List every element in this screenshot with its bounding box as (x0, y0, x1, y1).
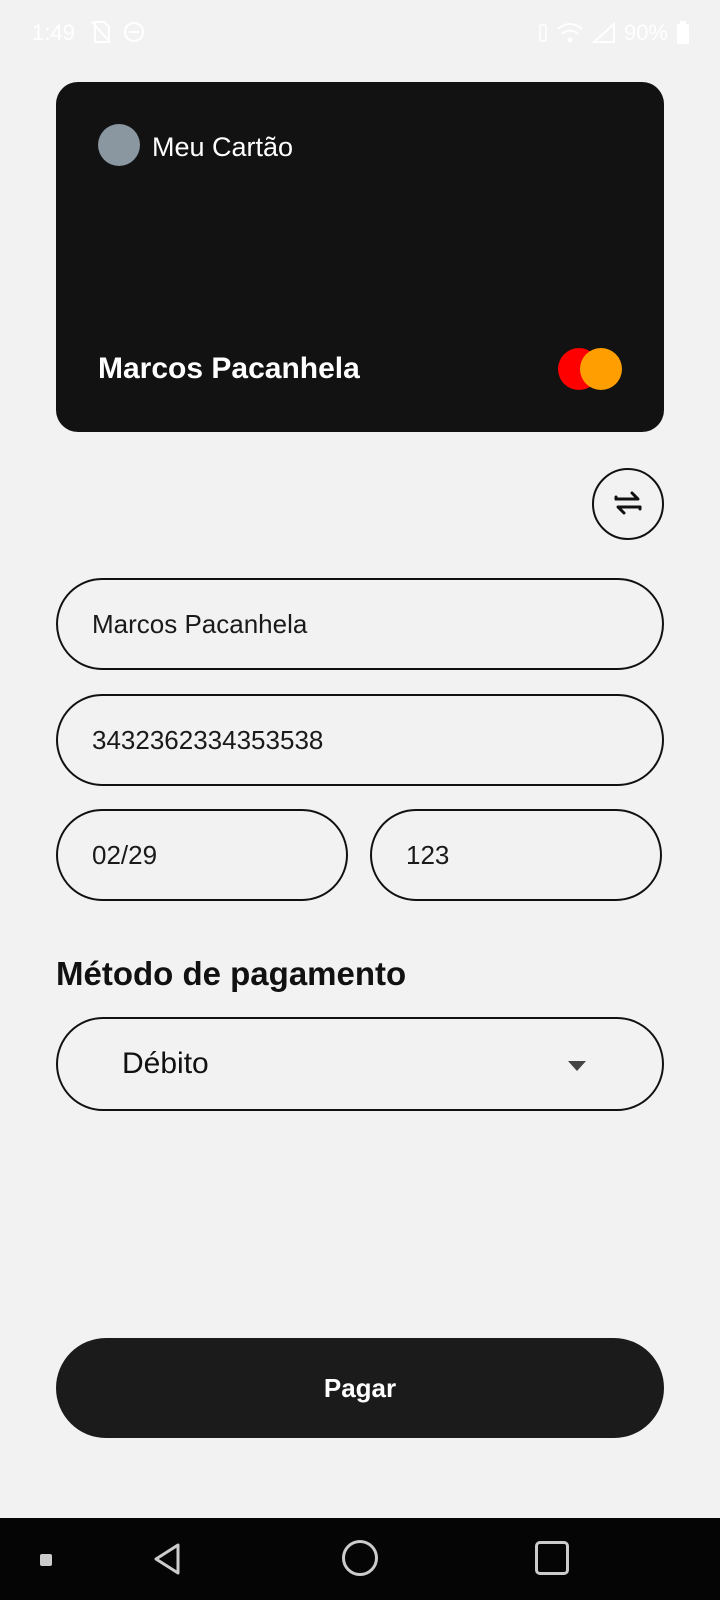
status-right-icons: 90% (538, 20, 690, 46)
cardholder-name-value: Marcos Pacanhela (92, 608, 308, 639)
card-label: Meu Cartão (152, 132, 294, 162)
expiry-date-value: 02/29 (92, 839, 158, 870)
vibrate-icon (538, 23, 548, 43)
back-icon[interactable] (152, 1542, 182, 1581)
pay-button[interactable]: Pagar (56, 1338, 664, 1438)
brand-circle-orange (580, 348, 622, 390)
expiry-date-input[interactable]: 02/29 (56, 809, 348, 901)
swap-card-button[interactable] (592, 468, 664, 540)
payment-method-selected: Débito (122, 1047, 209, 1080)
mastercard-logo-icon (558, 348, 624, 392)
status-left-icons (90, 20, 146, 44)
sim-off-icon (90, 20, 112, 44)
credit-card-preview: Meu Cartão Marcos Pacanhela (56, 82, 664, 432)
payment-method-dropdown[interactable]: Débito (56, 1017, 664, 1111)
cardholder-name-input[interactable]: Marcos Pacanhela (56, 578, 664, 670)
battery-icon (676, 21, 690, 45)
card-avatar-icon (98, 124, 140, 166)
card-holder-name: Marcos Pacanhela (98, 352, 360, 385)
chevron-down-icon (568, 1061, 586, 1071)
swap-arrows-icon (608, 483, 648, 526)
cvv-input[interactable]: 123 (370, 809, 662, 901)
cvv-value: 123 (406, 839, 450, 870)
payment-method-title: Método de pagamento (56, 955, 407, 992)
battery-level: 90% (623, 20, 668, 45)
home-icon[interactable] (342, 1540, 378, 1576)
status-bar: 1:49 90% (0, 0, 720, 68)
signal-icon (591, 22, 616, 44)
card-number-value: 3432362334353538 (92, 724, 324, 755)
system-navigation-bar (0, 1518, 720, 1600)
wifi-icon (556, 22, 584, 44)
card-number-input[interactable]: 3432362334353538 (56, 694, 664, 786)
recents-dot-icon (40, 1554, 52, 1566)
status-time: 1:49 (32, 20, 75, 45)
overview-icon[interactable] (535, 1541, 569, 1575)
dnd-icon (122, 20, 146, 44)
